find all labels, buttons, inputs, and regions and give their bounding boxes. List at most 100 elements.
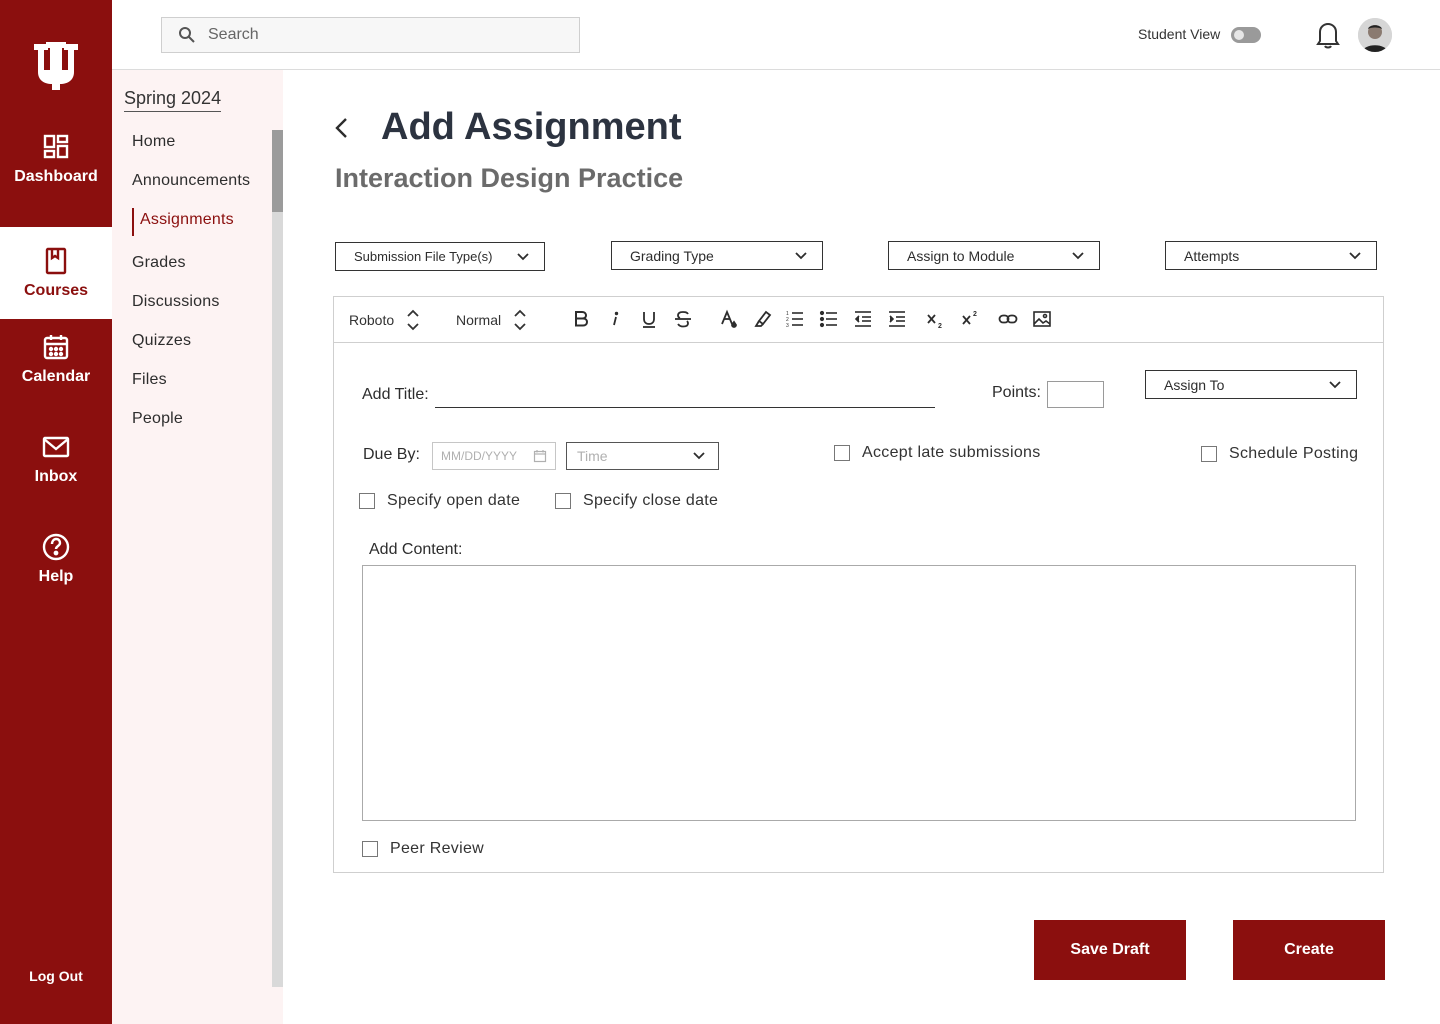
rich-text-toolbar: Roboto Normal 1 2 3 2 2	[334, 297, 1383, 343]
due-date-field[interactable]: MM/DD/YYYY	[432, 442, 556, 470]
nav-help-label: Help	[38, 568, 74, 585]
link-icon	[998, 314, 1018, 324]
checkbox-box[interactable]	[359, 493, 375, 509]
link-button[interactable]	[997, 308, 1019, 330]
subscript-button[interactable]: 2	[924, 308, 946, 330]
open-date-checkbox[interactable]: Specify open date	[359, 492, 520, 510]
accept-late-checkbox[interactable]: Accept late submissions	[834, 444, 1041, 462]
scrollbar-track[interactable]	[272, 130, 283, 987]
module-label: Assign to Module	[907, 247, 1015, 264]
logout-link[interactable]: Log Out	[0, 968, 112, 984]
up-down-chevron-icon	[514, 309, 526, 331]
file-type-label: Submission File Type(s)	[354, 249, 493, 264]
schedule-posting-checkbox[interactable]: Schedule Posting	[1201, 445, 1358, 463]
underline-button[interactable]	[638, 308, 660, 330]
nav-help[interactable]: Help	[0, 513, 112, 605]
bullet-list-button[interactable]	[818, 308, 840, 330]
search-input[interactable]	[208, 26, 568, 44]
up-down-chevron-icon	[407, 309, 419, 331]
strikethrough-icon	[675, 311, 691, 328]
chevron-down-icon	[517, 252, 529, 260]
peer-review-label: Peer Review	[390, 840, 485, 857]
file-type-dropdown[interactable]: Submission File Type(s)	[335, 242, 545, 271]
open-date-label: Specify open date	[387, 492, 521, 509]
scrollbar-thumb[interactable]	[272, 130, 283, 212]
course-nav-discussions[interactable]: Discussions	[132, 293, 220, 311]
bold-button[interactable]	[570, 308, 592, 330]
text-style-value: Normal	[456, 312, 502, 328]
strikethrough-button[interactable]	[672, 308, 694, 330]
student-view-toggle[interactable]	[1231, 27, 1261, 43]
checkbox-box[interactable]	[555, 493, 571, 509]
close-date-checkbox[interactable]: Specify close date	[555, 492, 718, 510]
due-by-label: Due By:	[363, 446, 420, 463]
assign-to-dropdown[interactable]: Assign To	[1145, 370, 1357, 399]
create-button[interactable]: Create	[1233, 920, 1385, 980]
outdent-button[interactable]	[852, 308, 874, 330]
attempts-dropdown[interactable]: Attempts	[1165, 241, 1377, 270]
course-nav-files[interactable]: Files	[132, 371, 167, 389]
svg-text:3: 3	[786, 323, 789, 329]
chevron-down-icon	[1349, 251, 1361, 259]
course-nav-grades[interactable]: Grades	[132, 254, 186, 272]
search-bar[interactable]	[161, 17, 580, 53]
bell-icon[interactable]	[1314, 20, 1342, 50]
module-dropdown[interactable]: Assign to Module	[888, 241, 1100, 270]
calendar-icon	[43, 335, 69, 360]
chevron-down-icon	[1329, 380, 1341, 388]
svg-text:2: 2	[938, 323, 942, 329]
image-button[interactable]	[1031, 308, 1053, 330]
font-family-select[interactable]: Roboto	[349, 309, 420, 331]
save-draft-button[interactable]: Save Draft	[1034, 920, 1186, 980]
attempts-label: Attempts	[1184, 247, 1240, 264]
indent-button[interactable]	[886, 308, 908, 330]
nav-calendar[interactable]: Calendar	[0, 313, 112, 405]
points-input[interactable]	[1047, 381, 1104, 408]
university-logo[interactable]	[32, 38, 80, 90]
image-icon	[1033, 311, 1051, 327]
checkbox-box[interactable]	[362, 841, 378, 857]
underline-icon	[643, 312, 655, 328]
nav-courses[interactable]: Courses	[0, 227, 112, 319]
back-chevron-icon[interactable]	[333, 116, 351, 140]
search-icon	[179, 27, 195, 43]
course-nav-home[interactable]: Home	[132, 133, 175, 151]
numbered-list-icon: 123	[786, 311, 803, 329]
nav-courses-label: Courses	[23, 282, 89, 299]
accept-late-label: Accept late submissions	[862, 444, 1041, 461]
assignment-editor: Roboto Normal 1 2 3 2 2 Add Title: Point…	[333, 296, 1384, 873]
nav-inbox[interactable]: Inbox	[0, 413, 112, 505]
course-nav-announcements[interactable]: Announcements	[132, 172, 250, 190]
grading-type-dropdown[interactable]: Grading Type	[611, 241, 823, 270]
points-label: Points:	[992, 384, 1041, 401]
course-nav-quizzes[interactable]: Quizzes	[132, 332, 191, 350]
numbered-list-button[interactable]: 123	[784, 308, 806, 330]
content-textarea[interactable]	[362, 565, 1356, 821]
italic-button[interactable]	[604, 308, 626, 330]
add-title-label: Add Title:	[362, 386, 429, 403]
user-avatar-icon	[1358, 18, 1392, 52]
text-color-button[interactable]	[718, 308, 740, 330]
superscript-button[interactable]: 2	[959, 308, 981, 330]
course-subtitle: Interaction Design Practice	[335, 163, 684, 193]
outdent-icon	[854, 311, 871, 327]
nav-calendar-label: Calendar	[21, 368, 91, 385]
nav-dashboard-label: Dashboard	[14, 168, 98, 185]
title-input[interactable]	[435, 390, 935, 408]
course-nav-people[interactable]: People	[132, 410, 183, 428]
course-nav-assignments[interactable]: Assignments	[132, 208, 234, 236]
due-date-placeholder: MM/DD/YYYY	[441, 449, 518, 463]
course-term-link[interactable]: Spring 2024	[124, 88, 222, 112]
page-title: Add Assignment	[381, 106, 682, 148]
checkbox-box[interactable]	[1201, 446, 1217, 462]
text-style-select[interactable]: Normal	[456, 309, 527, 331]
highlight-button[interactable]	[752, 308, 774, 330]
nav-dashboard[interactable]: Dashboard	[0, 113, 112, 205]
calendar-icon	[533, 450, 547, 463]
avatar[interactable]	[1358, 18, 1392, 52]
due-time-select[interactable]: Time	[566, 442, 719, 470]
schedule-posting-label: Schedule Posting	[1229, 445, 1359, 462]
peer-review-checkbox[interactable]: Peer Review	[362, 840, 484, 858]
checkbox-box[interactable]	[834, 445, 850, 461]
chevron-down-icon	[795, 251, 807, 259]
